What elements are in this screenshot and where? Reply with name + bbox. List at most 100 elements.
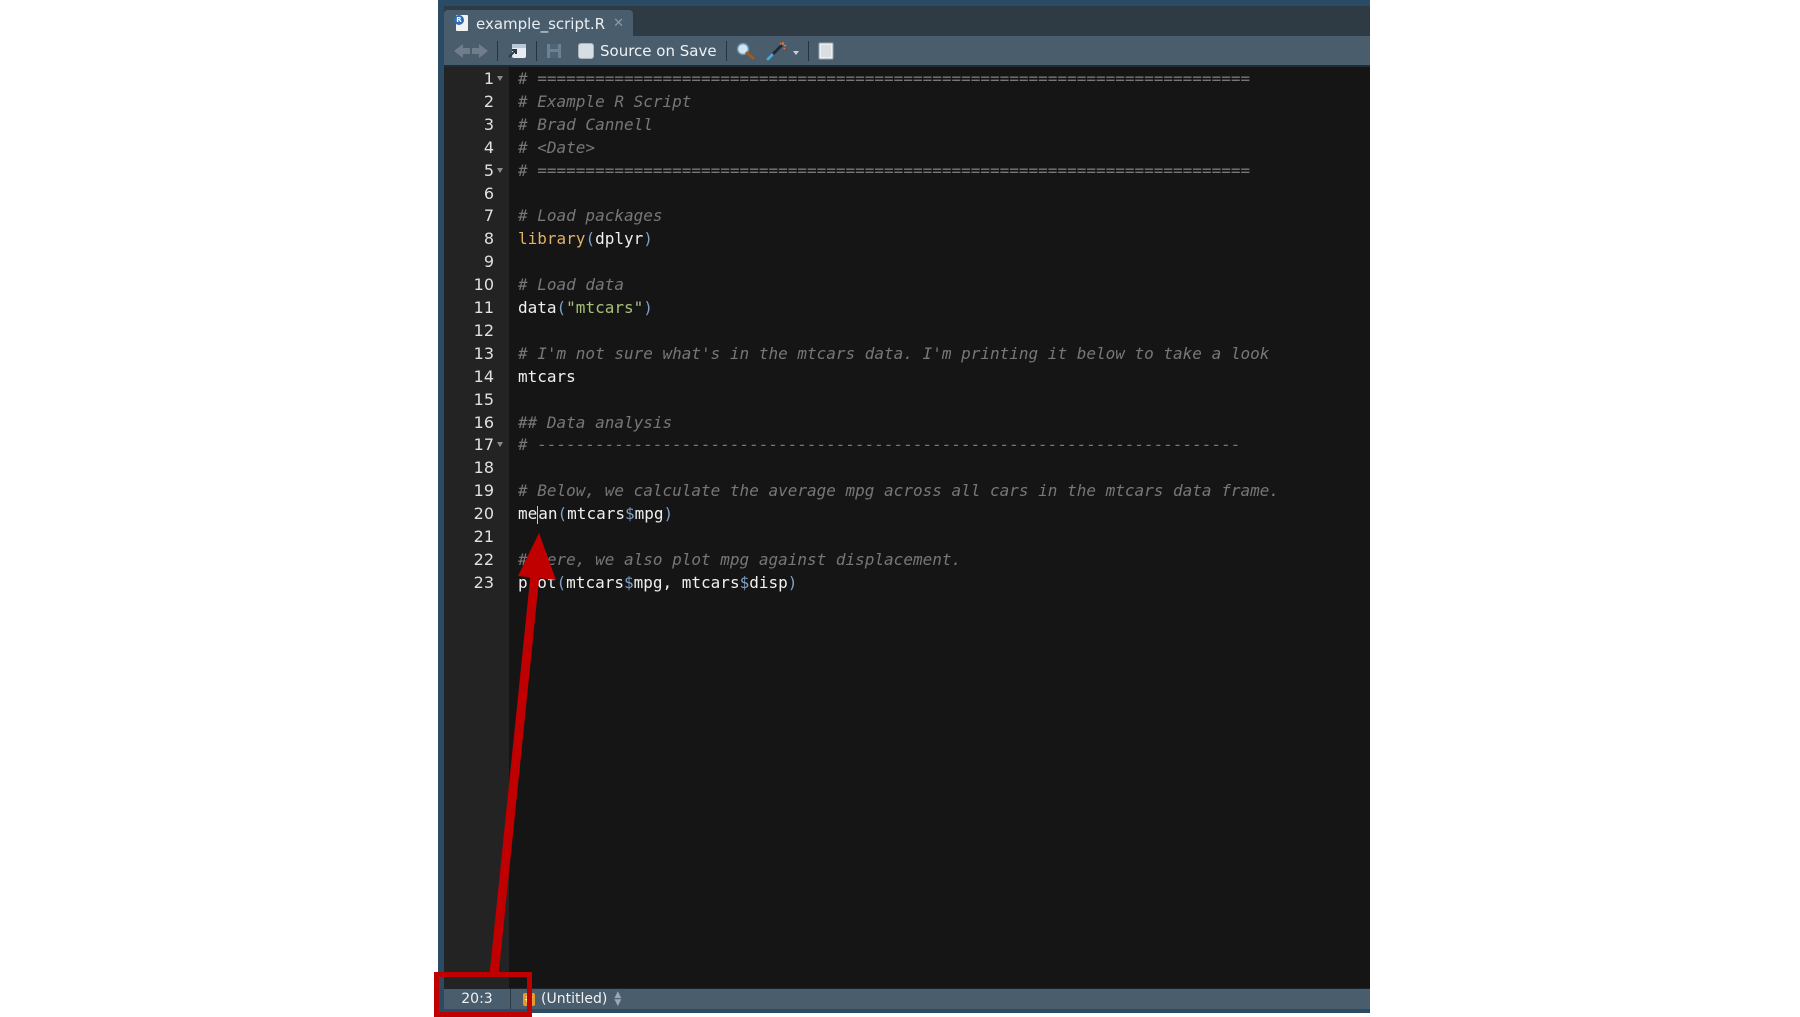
up-down-chevron-icon[interactable]: ▲ ▼: [614, 991, 621, 1008]
line-number: 21: [473, 527, 494, 546]
code-text: # Here, we also plot mpg against displac…: [518, 548, 961, 571]
forward-button[interactable]: [472, 40, 488, 62]
fold-toggle-icon[interactable]: [497, 167, 503, 173]
back-button[interactable]: [454, 40, 470, 62]
line-number: 13: [473, 343, 494, 363]
line-number: 22: [473, 549, 494, 569]
code-token: dplyr: [595, 229, 644, 249]
code-token: (: [556, 298, 567, 317]
code-token: ): [643, 298, 653, 317]
code-token: mtcars: [567, 504, 625, 524]
code-line[interactable]: 3 # Brad Cannell: [444, 113, 1370, 136]
code-token: ): [663, 504, 674, 524]
code-text: # Load packages: [518, 204, 663, 227]
code-line[interactable]: 12: [444, 319, 1370, 342]
line-number: 10: [473, 275, 494, 295]
line-number: 5: [483, 160, 494, 180]
back-arrow-icon: [454, 43, 470, 58]
source-on-save-toggle[interactable]: Source on Save: [578, 40, 717, 62]
code-comment: # ======================================…: [518, 69, 1251, 88]
save-button[interactable]: [546, 40, 562, 62]
editor-toolbar: Source on Save: [444, 36, 1370, 67]
line-number: 7: [483, 206, 494, 226]
fold-toggle-icon[interactable]: [497, 76, 503, 81]
code-token: $: [624, 504, 635, 524]
code-line[interactable]: 14 mtcars: [444, 365, 1370, 388]
line-number: 6: [483, 183, 494, 203]
save-icon: [547, 43, 561, 58]
tab-example-script[interactable]: R example_script.R ✕: [444, 10, 633, 37]
code-comment: # --------------------------------------…: [518, 435, 1241, 455]
code-line[interactable]: 13 # I'm not sure what's in the mtcars da…: [444, 342, 1370, 365]
code-line[interactable]: 23 plot(mtcars$mpg, mtcars$disp): [444, 571, 1370, 594]
code-line[interactable]: 1 # =====================================…: [444, 67, 1370, 90]
code-token: me: [518, 504, 538, 524]
code-token: data: [518, 298, 557, 317]
code-text: # ======================================…: [518, 159, 1250, 182]
code-line[interactable]: 22 # Here, we also plot mpg against displ…: [444, 548, 1370, 571]
forward-arrow-icon: [472, 43, 488, 58]
code-comment: # Below, we calculate the average mpg ac…: [518, 481, 1279, 501]
code-line[interactable]: 19 # Below, we calculate the average mpg …: [444, 479, 1370, 502]
toolbar-divider: [725, 40, 727, 61]
code-text: # Load data: [518, 273, 624, 296]
r-script-file-icon: R: [454, 15, 468, 32]
code-comment: # <Date>: [518, 137, 596, 157]
code-line[interactable]: 18: [444, 456, 1370, 479]
source-on-save-checkbox[interactable]: [578, 42, 594, 59]
code-text: # <Date>: [518, 136, 595, 159]
code-comment: ## Data analysis: [518, 412, 673, 432]
line-number: 1: [483, 69, 494, 88]
code-text: mean(mtcars$mpg): [518, 502, 673, 525]
code-editor[interactable]: 1 # =====================================…: [444, 67, 1370, 988]
code-line[interactable]: 17 # ------------------------------------…: [444, 433, 1370, 456]
code-line[interactable]: 16 ## Data analysis: [444, 411, 1370, 434]
line-number: 19: [473, 481, 494, 501]
line-number: 18: [473, 458, 494, 478]
compile-report-button[interactable]: [818, 40, 834, 62]
code-token: mtcars: [566, 572, 624, 592]
code-line[interactable]: 7 # Load packages: [444, 204, 1370, 227]
code-line[interactable]: 11 data("mtcars"): [444, 296, 1370, 319]
code-text: plot(mtcars$mpg, mtcars$disp): [518, 571, 797, 594]
chevron-down-icon: [792, 50, 799, 55]
code-comment: # Here, we also plot mpg against displac…: [518, 549, 962, 569]
code-token: an: [538, 504, 558, 524]
code-comment: # Example R Script: [518, 91, 692, 111]
code-text: # --------------------------------------…: [518, 433, 1240, 456]
code-token: mpg, mtcars: [633, 572, 740, 592]
code-tools-button[interactable]: [766, 40, 799, 62]
code-text: mtcars: [518, 365, 576, 388]
code-token: (: [556, 572, 567, 592]
code-token: mpg: [634, 504, 664, 524]
code-line[interactable]: 2 # Example R Script: [444, 90, 1370, 113]
toolbar-divider: [807, 40, 809, 61]
find-replace-button[interactable]: [736, 40, 756, 62]
code-line[interactable]: 10 # Load data: [444, 273, 1370, 296]
code-token: (: [557, 504, 568, 524]
code-token: ): [787, 572, 798, 592]
line-number: 11: [473, 298, 494, 317]
code-line[interactable]: 4 # <Date>: [444, 136, 1370, 159]
tab-filename: example_script.R: [476, 14, 606, 33]
toolbar-divider: [536, 40, 537, 61]
code-token: $: [623, 572, 634, 592]
code-line[interactable]: 9: [444, 250, 1370, 273]
code-text: # Example R Script: [518, 90, 691, 113]
code-line[interactable]: 5 # =====================================…: [444, 159, 1370, 182]
magic-wand-icon: [766, 41, 786, 60]
code-line[interactable]: 8 library(dplyr): [444, 227, 1370, 250]
code-comment: # Brad Cannell: [518, 114, 653, 134]
show-in-new-window-button[interactable]: [507, 40, 527, 62]
scope-selector-label[interactable]: (Untitled): [541, 991, 607, 1007]
line-number: 4: [483, 137, 494, 157]
code-line[interactable]: 20 mean(mtcars$mpg): [444, 502, 1370, 525]
fold-toggle-icon[interactable]: [497, 442, 503, 448]
code-line[interactable]: 15: [444, 388, 1370, 411]
close-icon[interactable]: ✕: [613, 16, 624, 31]
code-line[interactable]: 6: [444, 182, 1370, 205]
code-comment: # I'm not sure what's in the mtcars data…: [518, 343, 1270, 363]
notebook-icon: [818, 42, 834, 59]
code-line[interactable]: 21: [444, 525, 1370, 548]
code-token: (: [585, 229, 596, 249]
